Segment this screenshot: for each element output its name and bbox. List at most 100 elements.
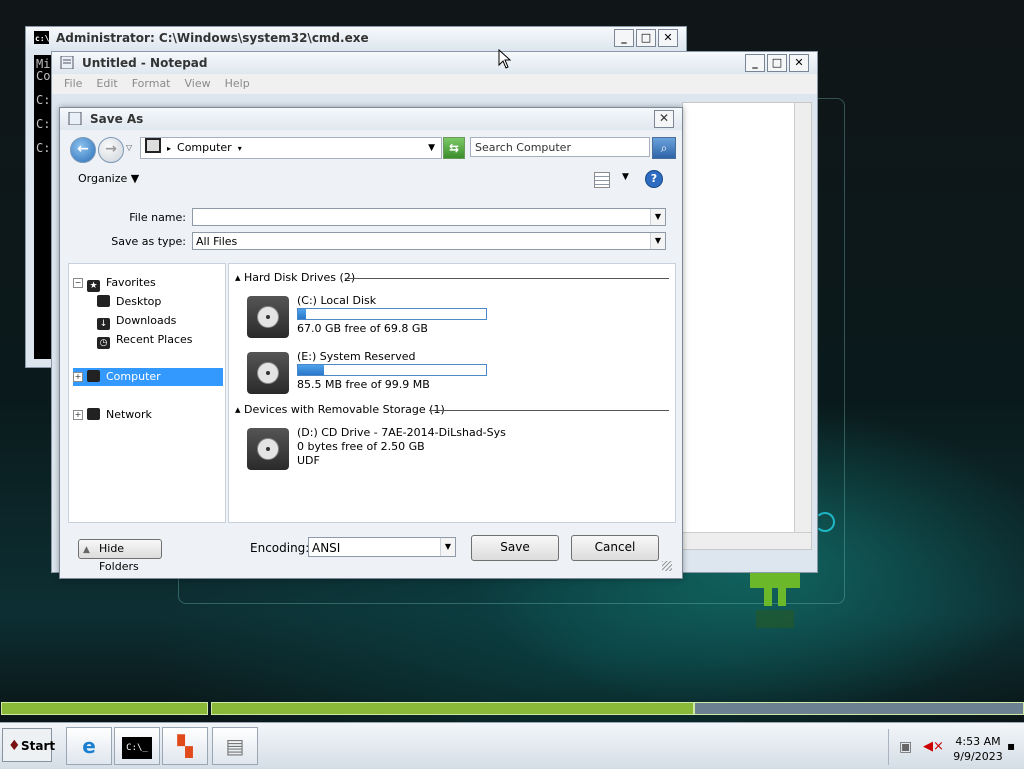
menu-edit[interactable]: Edit xyxy=(96,74,117,94)
notepad-vertical-scrollbar[interactable] xyxy=(794,103,811,549)
back-arrow-icon[interactable]: ← xyxy=(70,137,96,163)
content-pane[interactable]: ▴ Hard Disk Drives (2) (C:) Local Disk 6… xyxy=(228,263,676,523)
breadcrumb-arrow-icon[interactable]: ▸ xyxy=(167,144,171,153)
clock-date: 9/9/2023 xyxy=(953,750,1003,763)
resize-grip[interactable] xyxy=(662,561,672,571)
notepad-text-area[interactable] xyxy=(682,102,812,550)
save-as-type-select[interactable]: All Files ▼ xyxy=(192,232,666,250)
search-input[interactable] xyxy=(470,137,650,157)
volume-muted-icon[interactable]: ◀× xyxy=(923,739,944,754)
cmd-titlebar[interactable]: c:\ Administrator: C:\Windows\system32\c… xyxy=(26,27,686,49)
nav-favorites[interactable]: − ★ Favorites xyxy=(73,274,223,292)
group-removable-storage[interactable]: ▴ Devices with Removable Storage (1) xyxy=(235,402,669,418)
cancel-button[interactable]: Cancel xyxy=(571,535,659,561)
collapse-icon[interactable]: − xyxy=(73,278,83,288)
organize-button[interactable]: Organize ▼ xyxy=(78,172,139,185)
network-icon xyxy=(87,408,100,420)
notepad-titlebar[interactable]: Untitled - Notepad _ □ ✕ xyxy=(52,52,817,74)
save-as-type-dropdown-icon[interactable]: ▼ xyxy=(650,233,665,249)
view-options-icon[interactable] xyxy=(594,172,610,188)
cmd-close-button[interactable]: ✕ xyxy=(658,29,678,47)
menu-file[interactable]: File xyxy=(64,74,82,94)
view-dropdown-icon[interactable]: ▼ xyxy=(622,172,629,182)
drive-c[interactable]: (C:) Local Disk 67.0 GB free of 69.8 GB xyxy=(247,294,667,342)
notepad-menubar: File Edit Format View Help xyxy=(52,74,817,94)
address-computer[interactable]: Computer xyxy=(177,141,232,154)
drive-c-name: (C:) Local Disk xyxy=(297,294,377,307)
drive-c-usage-bar xyxy=(297,308,487,320)
nav-recent-places[interactable]: ◷ Recent Places xyxy=(97,331,223,349)
start-button[interactable]: Start xyxy=(2,728,55,763)
nav-desktop[interactable]: Desktop xyxy=(97,293,223,311)
refresh-icon[interactable]: ⇆ xyxy=(443,137,465,159)
nav-network[interactable]: + Network xyxy=(73,406,223,424)
breadcrumb-arrow-icon[interactable]: ▾ xyxy=(238,144,242,153)
menu-view[interactable]: View xyxy=(185,74,211,94)
desktop-progress-bar-right xyxy=(211,702,694,715)
organize-label: Organize xyxy=(78,172,128,185)
help-icon[interactable]: ? xyxy=(645,170,663,188)
encoding-value: ANSI xyxy=(312,541,341,555)
expand-icon[interactable]: + xyxy=(73,372,83,382)
system-tray: ▣ ◀× 4:53 AM 9/9/2023 ▪ xyxy=(888,729,1023,765)
history-dropdown-icon[interactable]: ▽ xyxy=(126,143,132,152)
dialog-title: Save As xyxy=(90,112,144,126)
cmd-taskbar-icon[interactable]: C:\_ xyxy=(114,727,160,765)
drive-e-usage-bar xyxy=(297,364,487,376)
windows-logo-icon[interactable]: ▚ xyxy=(162,727,208,765)
cmd-title: Administrator: C:\Windows\system32\cmd.e… xyxy=(56,31,369,45)
network-status-icon[interactable]: ▣ xyxy=(899,739,912,755)
nav-recent-label: Recent Places xyxy=(116,333,193,346)
internet-explorer-icon[interactable]: e xyxy=(66,727,112,765)
cmd-maximize-button[interactable]: □ xyxy=(636,29,656,47)
wallpaper-ring xyxy=(815,512,835,532)
show-desktop-icon[interactable]: ▪ xyxy=(1007,739,1015,753)
notepad-close-button[interactable]: ✕ xyxy=(789,54,809,72)
dialog-footer: Hide Folders Encoding: ANSI ▼ Save Cance… xyxy=(68,521,674,573)
save-as-type-label: Save as type: xyxy=(111,235,186,248)
recent-places-icon: ◷ xyxy=(97,337,110,349)
save-button[interactable]: Save xyxy=(471,535,559,561)
menu-help[interactable]: Help xyxy=(225,74,250,94)
computer-icon xyxy=(87,370,100,382)
address-bar[interactable]: ▸ Computer ▾ ▼ xyxy=(140,137,442,159)
search-icon[interactable]: ⌕ xyxy=(652,137,676,159)
collapse-arrow-icon[interactable]: ▴ xyxy=(235,403,241,416)
cmd-minimize-button[interactable]: _ xyxy=(614,29,634,47)
cd-drive-icon xyxy=(247,428,289,470)
nav-downloads[interactable]: ↓ Downloads xyxy=(97,312,223,330)
nav-computer[interactable]: + Computer xyxy=(73,368,223,386)
downloads-icon: ↓ xyxy=(97,318,110,330)
notepad-taskbar-icon[interactable]: ▤ xyxy=(212,727,258,765)
file-name-dropdown-icon[interactable]: ▼ xyxy=(650,209,665,225)
hide-folders-button[interactable]: Hide Folders xyxy=(78,539,162,573)
group-hard-disk-drives[interactable]: ▴ Hard Disk Drives (2) xyxy=(235,270,669,286)
notepad-minimize-button[interactable]: _ xyxy=(745,54,765,72)
drive-e-name: (E:) System Reserved xyxy=(297,350,416,363)
drive-e[interactable]: (E:) System Reserved 85.5 MB free of 99.… xyxy=(247,350,667,398)
notepad-horizontal-scrollbar[interactable] xyxy=(683,532,811,549)
file-name-label: File name: xyxy=(129,211,186,224)
encoding-dropdown-icon[interactable]: ▼ xyxy=(440,538,455,556)
address-dropdown-icon[interactable]: ▼ xyxy=(428,138,435,158)
notepad-maximize-button[interactable]: □ xyxy=(767,54,787,72)
save-as-dialog[interactable]: Save As ✕ ← → ▽ ▸ Computer ▾ ▼ ⇆ ⌕ Organiz… xyxy=(59,107,683,579)
drive-d[interactable]: (D:) CD Drive - 7AE-2014-DiLshad-Sys 0 b… xyxy=(247,426,667,474)
expand-icon[interactable]: + xyxy=(73,410,83,420)
drive-c-free: 67.0 GB free of 69.8 GB xyxy=(297,322,428,335)
menu-format[interactable]: Format xyxy=(132,74,171,94)
nav-favorites-label: Favorites xyxy=(106,276,156,289)
navigation-pane[interactable]: − ★ Favorites Desktop ↓ Downloads ◷ Recent P… xyxy=(68,263,226,523)
collapse-arrow-icon[interactable]: ▴ xyxy=(235,271,241,284)
file-name-field[interactable]: ▼ xyxy=(192,208,666,226)
dialog-close-button[interactable]: ✕ xyxy=(654,110,674,128)
encoding-label: Encoding: xyxy=(250,541,310,555)
encoding-select[interactable]: ANSI ▼ xyxy=(308,537,456,557)
forward-arrow-icon[interactable]: → xyxy=(98,137,124,163)
drive-c-usage-fill xyxy=(298,309,306,319)
dialog-titlebar[interactable]: Save As ✕ xyxy=(60,108,682,130)
group-hdd-label: Hard Disk Drives (2) xyxy=(244,271,356,284)
nav-downloads-label: Downloads xyxy=(116,314,177,327)
cmd-icon: c:\ xyxy=(34,31,49,44)
clock[interactable]: 4:53 AM 9/9/2023 xyxy=(943,734,1013,764)
